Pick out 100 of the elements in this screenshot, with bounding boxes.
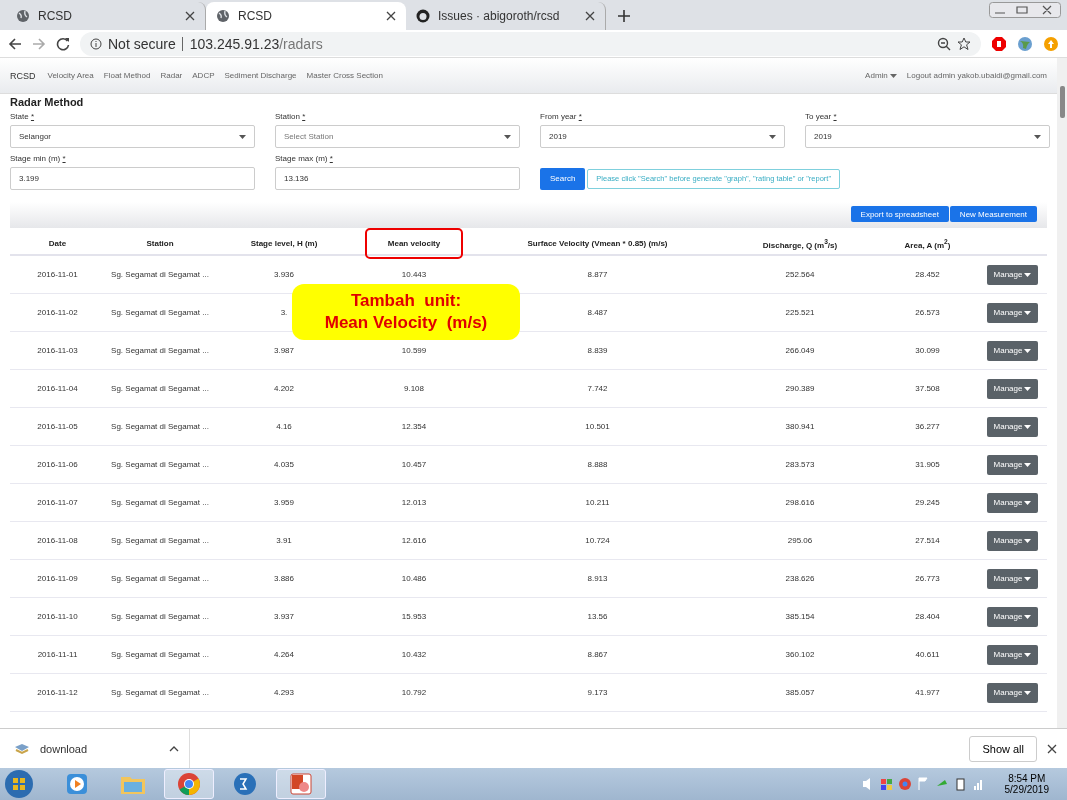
clock[interactable]: 8:54 PM 5/29/2019	[1004, 773, 1049, 795]
globe-icon	[16, 9, 30, 23]
page-title: Radar Method	[10, 96, 85, 108]
column-header: Mean velocity	[364, 228, 464, 259]
input-field[interactable]: 3.199	[10, 167, 255, 190]
column-header: Discharge, Q (m$^{3}$/s)	[762, 237, 838, 250]
download-file-name[interactable]: download	[40, 742, 88, 755]
table-cell: 29.245	[915, 498, 940, 507]
table-cell: 41.977	[915, 688, 940, 697]
select-field[interactable]: Select Station	[275, 125, 520, 148]
manage-button[interactable]: Manage	[986, 416, 1039, 437]
table-cell: 2016-11-02	[37, 308, 78, 317]
caret-icon	[1024, 538, 1032, 543]
table-cell: Sg. Segamat di Segamat ...	[111, 270, 209, 279]
chevron-up-icon[interactable]	[169, 745, 179, 752]
brand-link[interactable]: RCSD	[10, 70, 36, 81]
close-icon[interactable]	[1047, 743, 1057, 754]
table-cell: 4.16	[276, 422, 292, 431]
table-cell: 10.792	[401, 688, 427, 697]
close-icon[interactable]	[386, 11, 396, 21]
caret-icon	[504, 134, 511, 139]
table-cell: 3.987	[274, 346, 294, 355]
window-controls-icon[interactable]	[989, 2, 1061, 18]
nav-link[interactable]: Radar	[160, 71, 183, 80]
table-cell: 31.905	[915, 460, 940, 469]
table-cell: Sg. Segamat di Segamat ...	[111, 308, 209, 317]
caret-icon	[1024, 462, 1032, 467]
logout-link[interactable]: Logout admin yakob.ubaidi@gmail.com	[906, 71, 1047, 80]
manage-button[interactable]: Manage	[986, 264, 1039, 285]
table-cell: 4.293	[274, 688, 294, 697]
nav-link[interactable]: ADCP	[192, 71, 215, 80]
toolbar-button[interactable]: New Measurement	[949, 206, 1037, 222]
earth-icon[interactable]	[1017, 35, 1033, 52]
table-cell: 385.057	[785, 688, 815, 697]
security-label: Not secure	[108, 35, 176, 52]
caret-icon	[769, 134, 776, 139]
plus-icon[interactable]	[618, 10, 630, 22]
nav-link[interactable]: Velocity Area	[47, 71, 94, 80]
table-cell: 8.888	[587, 460, 608, 469]
table-cell: 10.486	[401, 574, 427, 583]
caret-icon	[1024, 424, 1032, 429]
media-player-icon[interactable]	[66, 773, 88, 795]
user-menu[interactable]: Admin	[865, 71, 897, 80]
info-icon	[90, 37, 102, 50]
manage-button[interactable]: Manage	[986, 454, 1039, 475]
input-field[interactable]: 13.136	[275, 167, 520, 190]
table-cell: Sg. Segamat di Segamat ...	[111, 498, 209, 507]
toolbar-button[interactable]: Export to spreadsheet	[850, 206, 949, 222]
table-cell: 8.487	[587, 308, 608, 317]
forward-icon[interactable]	[32, 36, 46, 51]
table-cell: 4.035	[274, 460, 294, 469]
table-cell: 8.913	[587, 574, 608, 583]
manage-button[interactable]: Manage	[986, 644, 1039, 665]
manage-button[interactable]: Manage	[986, 530, 1039, 551]
manage-button[interactable]: Manage	[986, 568, 1039, 589]
manage-button[interactable]: Manage	[986, 682, 1039, 703]
zoom-icon[interactable]	[937, 36, 951, 51]
table-cell: 8.839	[587, 346, 608, 355]
table-cell: 28.452	[915, 270, 940, 279]
table-cell: Sg. Segamat di Segamat ...	[111, 346, 209, 355]
slides-icon[interactable]	[289, 772, 313, 796]
nav-link[interactable]: Master Cross Section	[306, 71, 383, 80]
select-field[interactable]: 2019	[805, 125, 1050, 148]
address-bar[interactable]: Not secure 103.245.91.23/radars	[80, 31, 981, 56]
manage-button[interactable]: Manage	[986, 606, 1039, 627]
field-label: To year *	[805, 112, 838, 121]
search-button[interactable]: Search	[540, 167, 586, 190]
table-cell: 4.264	[274, 650, 294, 659]
math-icon[interactable]	[233, 772, 257, 796]
caret-icon	[889, 73, 897, 78]
manage-button[interactable]: Manage	[986, 492, 1039, 513]
manage-button[interactable]: Manage	[986, 378, 1039, 399]
table-cell: 9.173	[587, 688, 608, 697]
table-cell: 283.573	[785, 460, 815, 469]
manage-button[interactable]: Manage	[986, 340, 1039, 361]
manage-button[interactable]: Manage	[986, 302, 1039, 323]
table-cell: Sg. Segamat di Segamat ...	[111, 650, 209, 659]
chrome-icon[interactable]	[177, 772, 201, 796]
show-all-button[interactable]: Show all	[969, 735, 1037, 762]
table-cell: 8.867	[587, 650, 608, 659]
back-icon[interactable]	[8, 36, 22, 51]
select-field[interactable]: Selangor	[10, 125, 255, 148]
star-icon[interactable]	[957, 36, 971, 51]
reload-icon[interactable]	[56, 36, 70, 51]
table-cell: 2016-11-07	[37, 498, 78, 507]
scrollbar-thumb[interactable]	[1059, 86, 1065, 118]
close-icon[interactable]	[585, 11, 595, 21]
table-cell: 380.941	[785, 422, 815, 431]
nav-link[interactable]: Sediment Discharge	[224, 71, 297, 80]
stop-sign-icon[interactable]	[991, 35, 1007, 52]
select-field[interactable]: 2019	[540, 125, 785, 148]
nav-link[interactable]: Float Method	[103, 71, 151, 80]
browser-tab[interactable]: RCSD	[206, 2, 406, 30]
table-cell: Sg. Segamat di Segamat ...	[111, 574, 209, 583]
start-icon[interactable]	[4, 769, 34, 799]
table-cell: 10.724	[585, 536, 610, 545]
table-cell: Sg. Segamat di Segamat ...	[111, 612, 209, 621]
table-cell: 10.443	[401, 270, 427, 279]
close-icon[interactable]	[185, 11, 195, 21]
table-cell: 385.154	[785, 612, 815, 621]
